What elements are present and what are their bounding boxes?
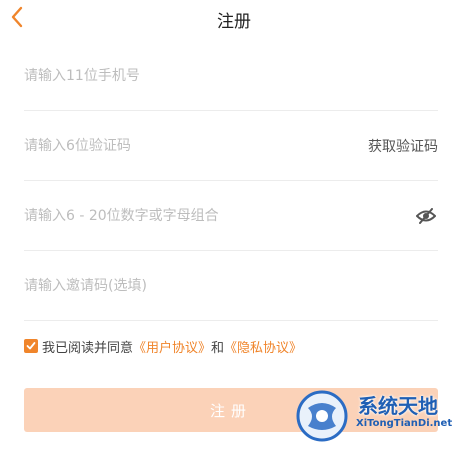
phone-field <box>24 41 438 111</box>
get-code-button[interactable]: 获取验证码 <box>368 111 438 180</box>
register-page: 注册 获取验证码 我已阅读并同意 《用户协议》 和 《隐私协议》 注册 <box>0 0 468 454</box>
eye-off-icon <box>416 207 436 224</box>
agreement-row: 我已阅读并同意 《用户协议》 和 《隐私协议》 <box>24 336 302 356</box>
agreement-conjunction: 和 <box>211 340 225 356</box>
privacy-agreement-link[interactable]: 《隐私协议》 <box>224 337 302 356</box>
verification-code-input[interactable] <box>24 111 324 180</box>
verification-code-field: 获取验证码 <box>24 111 438 181</box>
agreement-prefix: 我已阅读并同意 <box>42 340 134 356</box>
agreement-checkbox[interactable] <box>24 339 38 353</box>
invite-code-input[interactable] <box>24 251 324 320</box>
phone-input[interactable] <box>24 41 324 110</box>
check-icon <box>26 342 36 350</box>
header: 注册 <box>0 0 468 38</box>
invite-code-field <box>24 251 438 321</box>
password-field <box>24 181 438 251</box>
user-agreement-link[interactable]: 《用户协议》 <box>133 337 211 356</box>
password-input[interactable] <box>24 181 324 250</box>
page-title: 注册 <box>217 12 251 32</box>
register-button[interactable]: 注册 <box>24 388 438 432</box>
password-visibility-toggle[interactable] <box>416 181 436 250</box>
